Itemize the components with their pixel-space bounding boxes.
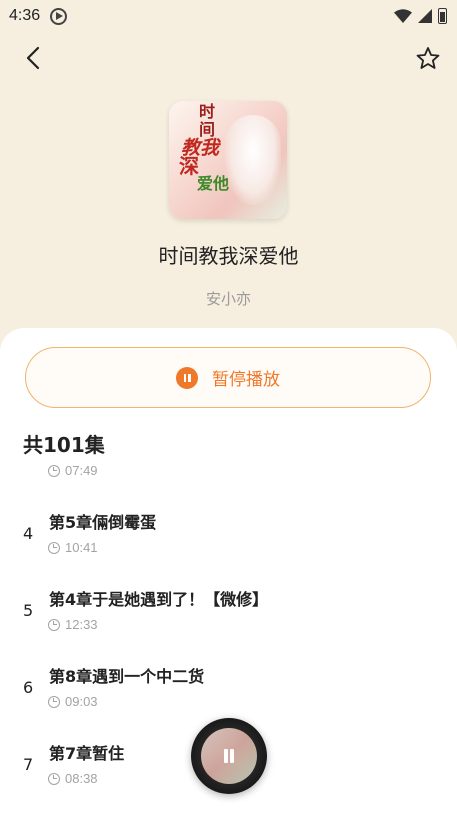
clock-icon: [48, 772, 60, 785]
clock-icon: [48, 618, 60, 631]
episode-number: 6: [23, 678, 34, 697]
duration-text: 10:41: [65, 540, 98, 555]
episode-duration: 09:03: [48, 694, 98, 709]
episode-title: 第5章倆倒霉蛋: [49, 513, 157, 532]
status-indicators: [394, 8, 447, 24]
media-playing-icon: [50, 7, 68, 25]
duration-text: 08:38: [65, 771, 98, 786]
episode-number: 5: [23, 601, 34, 620]
cover-char: 时: [199, 102, 216, 121]
episode-duration: 07:49: [48, 463, 98, 478]
list-item[interactable]: 5 第4章于是她遇到了！【微修】 12:33: [0, 579, 457, 656]
cover-char: 深: [179, 154, 199, 178]
favorite-button[interactable]: [414, 45, 442, 73]
chevron-left-icon: [26, 46, 40, 70]
pause-playback-label: 暂停播放: [212, 370, 280, 390]
status-bar: 4:36: [0, 0, 457, 32]
wifi-icon: [394, 9, 412, 23]
clock-icon: [48, 541, 60, 554]
book-author[interactable]: 安小亦: [0, 288, 457, 309]
cover-title-art: 时 间 教我 深 爱他: [177, 101, 237, 193]
battery-icon: [438, 8, 447, 24]
cover-char: 爱他: [197, 174, 230, 193]
pause-icon: [176, 366, 198, 389]
episode-title: 第8章遇到一个中二货: [49, 667, 205, 686]
episode-duration: 08:38: [48, 771, 98, 786]
episode-number: 4: [23, 524, 34, 543]
episode-number: 7: [23, 755, 34, 774]
episode-title: 第4章于是她遇到了！【微修】: [49, 590, 269, 609]
duration-text: 09:03: [65, 694, 98, 709]
back-button[interactable]: [20, 44, 48, 72]
pause-playback-button[interactable]: 暂停播放: [25, 347, 431, 408]
signal-icon: [418, 9, 432, 23]
episode-duration: 12:33: [48, 617, 98, 632]
book-cover: 时 间 教我 深 爱他: [169, 101, 287, 219]
list-item[interactable]: 07:49: [0, 463, 457, 506]
list-item[interactable]: 4 第5章倆倒霉蛋 10:41: [0, 502, 457, 579]
clock-icon: [48, 695, 60, 708]
mini-player[interactable]: [191, 718, 267, 794]
episode-count: 共101集: [23, 433, 105, 457]
episode-duration: 10:41: [48, 540, 98, 555]
duration-text: 07:49: [65, 463, 98, 478]
star-outline-icon: [416, 47, 440, 69]
clock-icon: [48, 464, 60, 477]
pause-icon[interactable]: [221, 748, 237, 764]
episode-title: 第7章暂住: [49, 744, 125, 763]
book-title: 时间教我深爱他: [158, 244, 299, 268]
status-time: 4:36: [9, 7, 41, 24]
duration-text: 12:33: [65, 617, 98, 632]
